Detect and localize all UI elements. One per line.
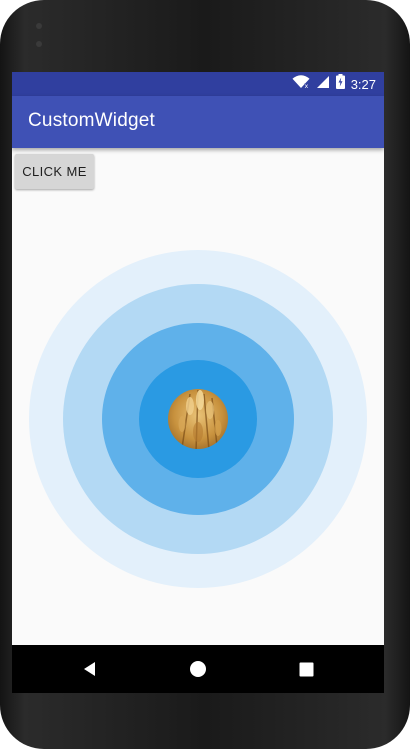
back-button[interactable] (66, 645, 114, 693)
status-bar: x 3:27 (12, 72, 384, 96)
recents-icon (299, 662, 313, 676)
home-button[interactable] (174, 645, 222, 693)
phone-device-frame: x 3:27 CustomWidget CLICK ME (0, 0, 410, 749)
content-area: CLICK ME (12, 148, 384, 645)
home-icon (190, 661, 206, 677)
click-me-button[interactable]: CLICK ME (15, 154, 94, 189)
back-icon (84, 662, 95, 676)
navigation-bar (12, 645, 384, 693)
svg-text:x: x (304, 82, 308, 88)
phone-screen: x 3:27 CustomWidget CLICK ME (12, 72, 384, 693)
speaker-grill (36, 16, 52, 47)
status-icons: x 3:27 (292, 72, 376, 96)
battery-icon (335, 74, 345, 94)
status-time: 3:27 (350, 76, 376, 92)
recents-button[interactable] (282, 645, 330, 693)
app-bar: CustomWidget (12, 96, 384, 148)
signal-icon (316, 75, 330, 94)
app-title: CustomWidget (28, 110, 155, 131)
wifi-icon: x (292, 74, 310, 94)
ripple-widget[interactable] (12, 148, 384, 645)
